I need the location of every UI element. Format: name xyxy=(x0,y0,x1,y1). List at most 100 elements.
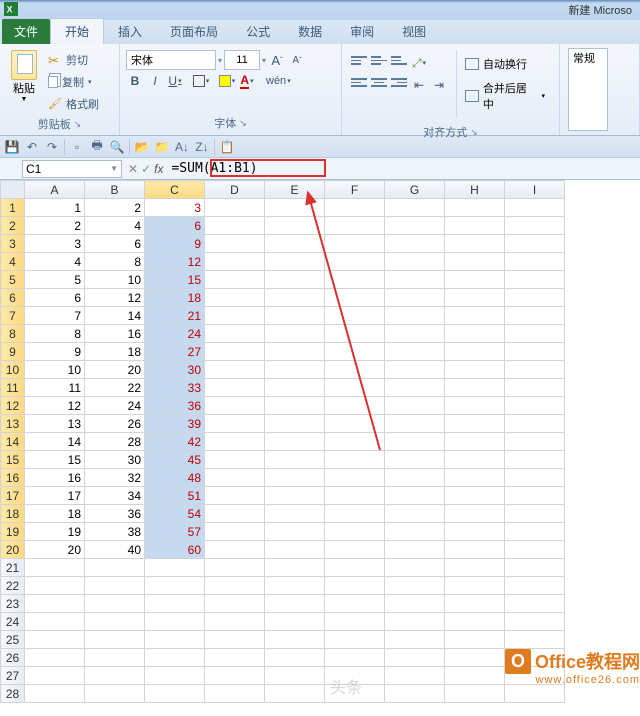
cell-G23[interactable] xyxy=(385,595,445,613)
col-header-D[interactable]: D xyxy=(205,181,265,199)
cell-C26[interactable] xyxy=(145,649,205,667)
cut-button[interactable]: ✂剪切 xyxy=(44,50,103,70)
row-header-4[interactable]: 4 xyxy=(1,253,25,271)
cell-I15[interactable] xyxy=(505,451,565,469)
cell-E20[interactable] xyxy=(265,541,325,559)
cell-I4[interactable] xyxy=(505,253,565,271)
cell-E6[interactable] xyxy=(265,289,325,307)
fx-icon[interactable]: fx xyxy=(154,162,163,176)
cell-G17[interactable] xyxy=(385,487,445,505)
cell-E28[interactable] xyxy=(265,685,325,703)
cell-H3[interactable] xyxy=(445,235,505,253)
cell-B13[interactable]: 26 xyxy=(85,415,145,433)
cell-B27[interactable] xyxy=(85,667,145,685)
cell-F24[interactable] xyxy=(325,613,385,631)
tab-insert[interactable]: 插入 xyxy=(104,19,156,44)
cell-H6[interactable] xyxy=(445,289,505,307)
cell-G28[interactable] xyxy=(385,685,445,703)
cell-A27[interactable] xyxy=(25,667,85,685)
cell-D20[interactable] xyxy=(205,541,265,559)
cell-D13[interactable] xyxy=(205,415,265,433)
col-header-I[interactable]: I xyxy=(505,181,565,199)
cell-H19[interactable] xyxy=(445,523,505,541)
row-header-16[interactable]: 16 xyxy=(1,469,25,487)
qat-redo-icon[interactable]: ↷ xyxy=(44,139,60,155)
cell-C11[interactable]: 33 xyxy=(145,379,205,397)
merge-center-button[interactable]: 合并后居中▾ xyxy=(459,78,551,114)
cell-A22[interactable] xyxy=(25,577,85,595)
cell-F26[interactable] xyxy=(325,649,385,667)
cell-H7[interactable] xyxy=(445,307,505,325)
indent-dec-button[interactable]: ⇤ xyxy=(410,76,428,94)
row-header-12[interactable]: 12 xyxy=(1,397,25,415)
cell-E11[interactable] xyxy=(265,379,325,397)
cell-H4[interactable] xyxy=(445,253,505,271)
cell-G27[interactable] xyxy=(385,667,445,685)
border-button[interactable]: ▾ xyxy=(192,72,210,90)
cell-C20[interactable]: 60 xyxy=(145,541,205,559)
cell-C27[interactable] xyxy=(145,667,205,685)
cell-F19[interactable] xyxy=(325,523,385,541)
cell-E9[interactable] xyxy=(265,343,325,361)
cell-F2[interactable] xyxy=(325,217,385,235)
col-header-E[interactable]: E xyxy=(265,181,325,199)
cell-C22[interactable] xyxy=(145,577,205,595)
align-center-button[interactable] xyxy=(370,76,388,94)
italic-button[interactable]: I xyxy=(146,72,164,90)
cell-C23[interactable] xyxy=(145,595,205,613)
cell-F5[interactable] xyxy=(325,271,385,289)
row-header-14[interactable]: 14 xyxy=(1,433,25,451)
cell-B1[interactable]: 2 xyxy=(85,199,145,217)
cell-H24[interactable] xyxy=(445,613,505,631)
cell-A15[interactable]: 15 xyxy=(25,451,85,469)
font-color-button[interactable]: A▾ xyxy=(238,72,256,90)
cell-H27[interactable] xyxy=(445,667,505,685)
cell-C17[interactable]: 51 xyxy=(145,487,205,505)
cell-H20[interactable] xyxy=(445,541,505,559)
cell-H23[interactable] xyxy=(445,595,505,613)
row-header-5[interactable]: 5 xyxy=(1,271,25,289)
tab-review[interactable]: 审阅 xyxy=(336,19,388,44)
cell-H2[interactable] xyxy=(445,217,505,235)
cell-A10[interactable]: 10 xyxy=(25,361,85,379)
cell-A21[interactable] xyxy=(25,559,85,577)
cell-A28[interactable] xyxy=(25,685,85,703)
font-name-select[interactable] xyxy=(126,50,216,70)
row-header-13[interactable]: 13 xyxy=(1,415,25,433)
cell-H26[interactable] xyxy=(445,649,505,667)
tab-data[interactable]: 数据 xyxy=(284,19,336,44)
cell-H11[interactable] xyxy=(445,379,505,397)
cell-E15[interactable] xyxy=(265,451,325,469)
cancel-formula-icon[interactable]: ✕ xyxy=(128,162,138,176)
col-header-A[interactable]: A xyxy=(25,181,85,199)
cell-G16[interactable] xyxy=(385,469,445,487)
cell-H17[interactable] xyxy=(445,487,505,505)
row-header-9[interactable]: 9 xyxy=(1,343,25,361)
cell-I24[interactable] xyxy=(505,613,565,631)
cell-D11[interactable] xyxy=(205,379,265,397)
qat-undo-icon[interactable]: ↶ xyxy=(24,139,40,155)
cell-I10[interactable] xyxy=(505,361,565,379)
cell-C2[interactable]: 6 xyxy=(145,217,205,235)
cell-A7[interactable]: 7 xyxy=(25,307,85,325)
wrap-text-button[interactable]: 自动换行 xyxy=(459,54,551,74)
cell-F25[interactable] xyxy=(325,631,385,649)
cell-G15[interactable] xyxy=(385,451,445,469)
cell-G8[interactable] xyxy=(385,325,445,343)
align-right-button[interactable] xyxy=(390,76,408,94)
cell-F6[interactable] xyxy=(325,289,385,307)
cell-B12[interactable]: 24 xyxy=(85,397,145,415)
cell-G25[interactable] xyxy=(385,631,445,649)
cell-C6[interactable]: 18 xyxy=(145,289,205,307)
cell-F16[interactable] xyxy=(325,469,385,487)
row-header-11[interactable]: 11 xyxy=(1,379,25,397)
cell-A8[interactable]: 8 xyxy=(25,325,85,343)
cell-C19[interactable]: 57 xyxy=(145,523,205,541)
cell-E24[interactable] xyxy=(265,613,325,631)
row-header-21[interactable]: 21 xyxy=(1,559,25,577)
cell-B24[interactable] xyxy=(85,613,145,631)
cell-D27[interactable] xyxy=(205,667,265,685)
accept-formula-icon[interactable]: ✓ xyxy=(141,162,151,176)
cell-H14[interactable] xyxy=(445,433,505,451)
cell-I19[interactable] xyxy=(505,523,565,541)
